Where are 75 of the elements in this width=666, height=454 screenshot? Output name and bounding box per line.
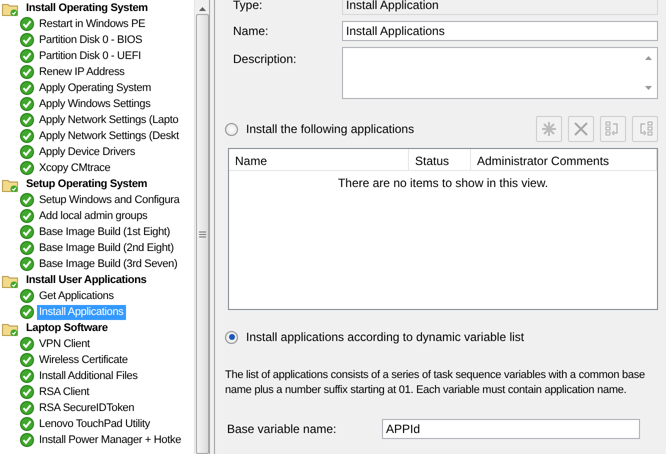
column-header[interactable]: Name [229,149,409,170]
check-icon [20,113,34,127]
tree-item[interactable]: Base Image Build (3rd Seven) [37,256,180,272]
check-icon [20,241,34,255]
column-header[interactable]: Administrator Comments [471,149,657,170]
radio-label[interactable]: Install the following applications [246,120,414,138]
tree-item[interactable]: Wireless Certificate [37,352,130,368]
check-icon [20,433,34,447]
tree-group-item[interactable]: Install Operating System [24,0,150,16]
tree-item[interactable]: Restart in Windows PE [37,16,148,32]
tree-item[interactable]: Apply Network Settings (Lapto [37,112,180,128]
type-field[interactable]: Install Application [342,0,658,15]
check-icon [20,33,34,47]
empty-message: There are no items to show in this view. [336,175,550,192]
scroll-down-arrow-icon [645,86,652,90]
radio-button[interactable] [225,122,238,136]
info-text: The list of applications consists of a series of task sequence variables with a common base name plus a number suffix starting at 01. Each variable must contain application name. [225,368,646,398]
splitter[interactable] [209,0,215,454]
field-label: Name: [232,23,270,40]
check-icon [20,161,34,175]
check-icon [20,49,34,63]
tree-item[interactable]: RSA SecureIDToken [37,400,136,416]
check-icon [20,225,34,239]
tree-item[interactable]: RSA Client [37,384,92,400]
tree-item[interactable]: Base Image Build (2nd Eight) [37,240,176,256]
tree-item[interactable]: Renew IP Address [37,64,126,80]
radio-label[interactable]: Install applications according to dynamic variable list [246,328,524,346]
scrollbar-thumb[interactable] [196,14,208,454]
check-icon [20,193,34,207]
tree-group-item[interactable]: Install User Applications [24,272,148,288]
check-icon [20,369,34,383]
check-icon [20,257,34,271]
check-icon [20,353,34,367]
name-field[interactable]: Install Applications [342,21,658,41]
check-icon [20,145,34,159]
tree-item[interactable]: Install Additional Files [37,368,140,384]
tree-item[interactable]: Setup Windows and Configura [37,192,182,208]
check-icon [20,401,34,415]
tree-item[interactable]: Xcopy CMtrace [37,160,112,176]
field-label: Description: [232,51,298,68]
tree-group-item[interactable]: Setup Operating System [24,176,150,192]
tree-item[interactable]: Base Image Build (1st Eight) [37,224,172,240]
column-header[interactable]: Status [409,149,471,170]
check-icon [20,81,34,95]
radio-button[interactable] [225,330,238,344]
tree-item[interactable]: Lenovo TouchPad Utility [37,416,152,432]
check-icon [20,385,34,399]
tree-item[interactable]: Apply Network Settings (Deskt [37,128,181,144]
tree-item[interactable]: Get Applications [37,288,116,304]
check-icon [20,209,34,223]
tree-item[interactable]: Apply Windows Settings [37,96,152,112]
field-label: Type: [232,0,264,14]
tree-item[interactable]: Apply Operating System [37,80,154,96]
scroll-up-arrow-icon [645,56,652,60]
field-label: Base variable name: [226,421,338,438]
close-icon [573,121,589,137]
tree-item[interactable]: VPN Client [37,336,92,352]
check-icon [20,129,34,143]
scroll-up-arrow-icon[interactable] [198,7,206,11]
tree-item[interactable]: Install Power Manager + Hotke [37,432,184,448]
tree-item[interactable]: Apply Device Drivers [37,144,138,160]
tree-item[interactable]: Partition Disk 0 - UEFI [37,48,143,64]
check-icon [20,17,34,31]
tree-item[interactable]: Partition Disk 0 - BIOS [37,32,144,48]
tree-item[interactable]: Add local admin groups [37,208,150,224]
check-icon [20,289,34,303]
check-icon [20,65,34,79]
tree-group-item[interactable]: Laptop Software [24,320,110,336]
star-icon [541,121,557,137]
check-icon [20,97,34,111]
check-icon [20,305,34,319]
check-icon [20,337,34,351]
base-variable-field[interactable]: APPId [382,419,640,439]
description-field[interactable] [342,47,658,99]
check-icon [20,417,34,431]
